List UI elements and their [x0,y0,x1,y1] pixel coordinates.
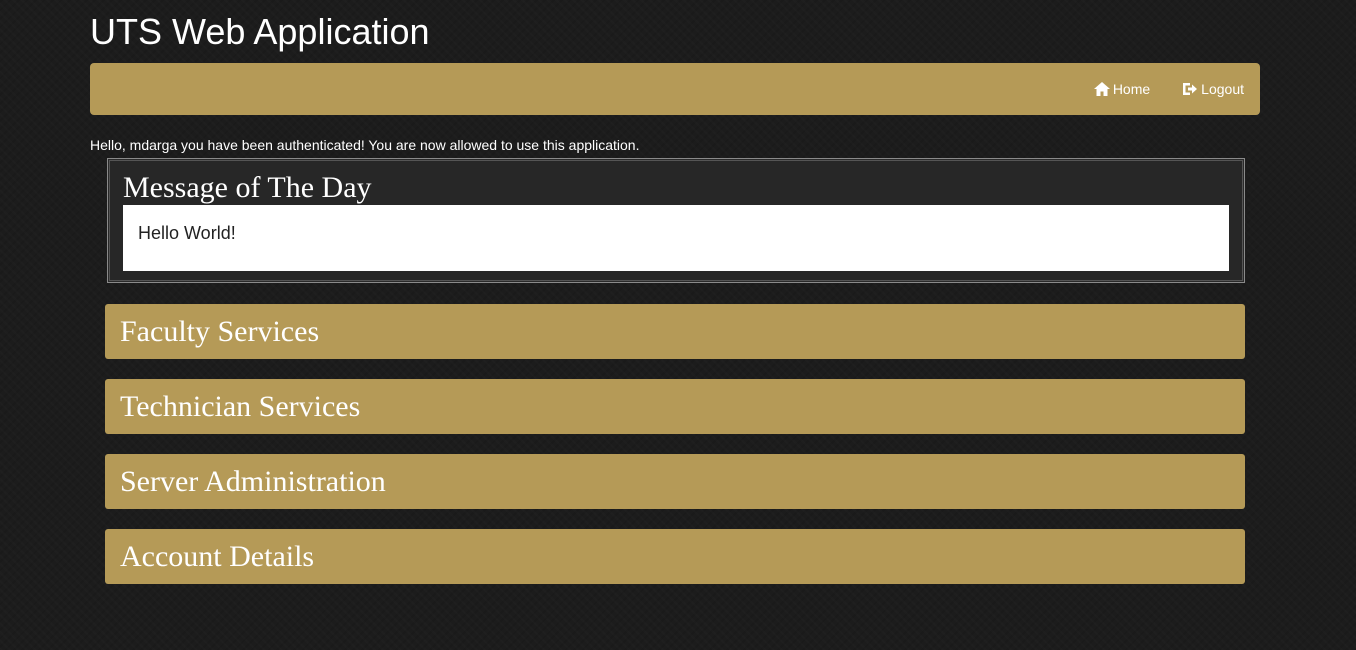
logout-icon [1183,83,1198,95]
section-technician-services[interactable]: Technician Services [105,379,1245,434]
app-title: UTS Web Application [90,11,430,52]
navbar: Home Logout [90,63,1260,115]
message-of-the-day-panel: Message of The Day Hello World! [107,158,1245,283]
logout-link[interactable]: Logout [1182,81,1244,97]
section-server-administration[interactable]: Server Administration [105,454,1245,509]
home-link[interactable]: Home [1093,81,1151,97]
motd-message: Hello World! [123,205,1229,271]
motd-title: Message of The Day [123,171,372,204]
logout-link-label: Logout [1201,81,1244,97]
home-link-label: Home [1112,81,1151,97]
page-container: UTS Web Application Home Logout Hello, m… [90,0,1260,584]
section-account-details[interactable]: Account Details [105,529,1245,584]
greeting-message: Hello, mdarga you have been authenticate… [90,137,640,153]
home-icon [1093,82,1110,96]
section-faculty-services[interactable]: Faculty Services [105,304,1245,359]
